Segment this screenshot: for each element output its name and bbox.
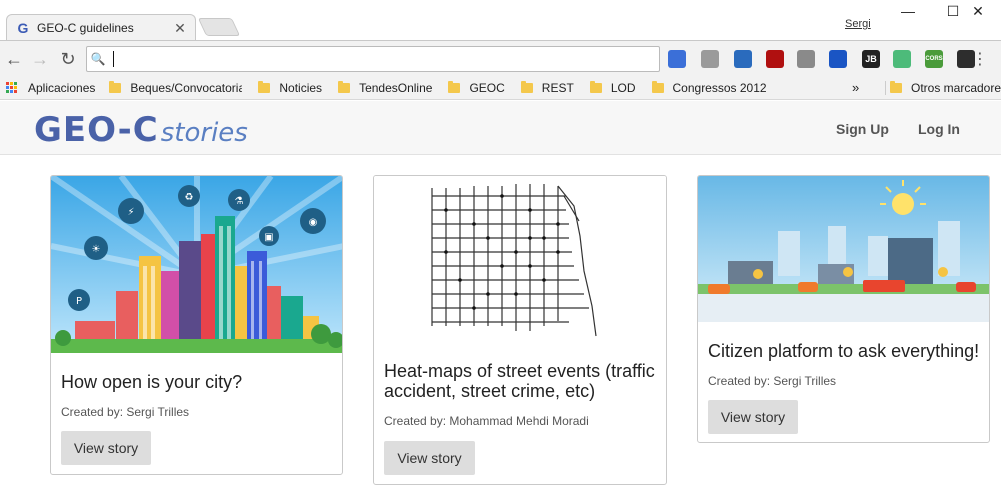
minimize-icon[interactable]: — [885,0,931,22]
bookmark-label: Beques/Convocatoria [130,80,243,95]
story-title[interactable]: How open is your city? [61,372,242,392]
bookmark-folder[interactable]: Congressos 2012 [651,80,767,95]
bookmark-folder[interactable]: Beques/Convocatoria [109,80,243,95]
browser-toolbar: ← → ↻ 🔍 JB CORS ⋮ [0,40,1001,76]
geoc-favicon-icon: G [17,20,29,36]
svg-text:◉: ◉ [309,217,318,228]
bookmark-folder[interactable]: TendesOnline [338,80,433,95]
folder-icon [651,80,664,93]
story-card: Citizen platform to ask everything! Crea… [697,175,990,443]
story-author: Created by: Mohammad Mehdi Moradi [384,414,589,428]
folder-icon [109,80,122,93]
extension-cube-icon[interactable] [701,50,719,68]
folder-icon [520,80,533,93]
trello-icon[interactable] [734,50,752,68]
svg-text:☀: ☀ [92,244,101,255]
address-input[interactable] [114,51,659,67]
view-story-button[interactable]: View story [384,441,475,475]
folder-icon [589,80,602,93]
browser-tab[interactable]: G GEO-C guidelines ✕ [6,14,196,41]
svg-text:P: P [76,296,82,307]
bookmark-label: GEOC [469,80,505,95]
drop-icon[interactable] [829,50,847,68]
bookmark-folder[interactable]: LOD [589,80,636,95]
street-map-image [374,176,666,346]
view-story-button[interactable]: View story [708,400,798,434]
logo-sub-text: stories [160,118,248,148]
back-icon[interactable]: ← [2,47,26,71]
tab-title: GEO-C guidelines [37,21,134,35]
bookmark-label: Otros marcadores [911,80,1001,95]
profile-name[interactable]: Sergi [845,18,871,30]
svg-text:⚡: ⚡ [127,207,134,218]
bookmark-label: Congressos 2012 [672,80,767,95]
signup-link[interactable]: Sign Up [836,121,889,137]
story-author: Created by: Sergi Trilles [61,405,190,419]
target-icon[interactable] [893,50,911,68]
bookmarks-overflow-button[interactable]: » [852,80,859,95]
svg-text:⚗: ⚗ [235,196,244,207]
bookmarks-bar: Aplicaciones Beques/Convocatoria Noticie… [0,76,1001,100]
bookmark-folder[interactable]: Noticies [258,80,323,95]
jb-icon[interactable]: JB [862,50,880,68]
citizen-city-image [698,176,989,322]
bookmark-label: LOD [610,80,636,95]
folder-icon [338,80,351,93]
login-link[interactable]: Log In [918,121,960,137]
reload-icon[interactable]: ↻ [56,47,80,71]
cors-icon[interactable]: CORS [925,50,943,68]
story-card: Heat-maps of street events (traffic acci… [373,175,667,485]
folder-icon [258,80,271,93]
address-bar[interactable]: 🔍 [86,46,660,72]
extension-cap-icon[interactable] [668,50,686,68]
bookmark-label: REST [541,80,574,95]
forward-icon[interactable]: → [28,47,52,71]
apps-icon [6,81,18,94]
new-tab-button[interactable] [197,18,241,36]
bookmark-label: Noticies [279,80,323,95]
search-icon: 🔍 [90,52,106,66]
bookmark-other[interactable]: Otros marcadores [885,80,1001,95]
site-logo[interactable]: GEO-C stories [34,113,248,148]
bookmark-folder[interactable]: REST [520,80,574,95]
camera-icon[interactable] [797,50,815,68]
bookmark-apps[interactable]: Aplicaciones [0,81,95,95]
story-author: Created by: Sergi Trilles [708,374,837,388]
city-illustration-image: ⚡ ♻ ⚗ ☀ ▣ ◉ P [51,176,342,353]
title-bar: G GEO-C guidelines ✕ Sergi — ☐ ✕ [0,0,1001,41]
story-title[interactable]: Citizen platform to ask everything! [708,341,979,361]
window-close-icon[interactable]: ✕ [955,0,1001,22]
svg-text:▣: ▣ [264,232,273,243]
view-story-button[interactable]: View story [61,431,151,465]
svg-text:♻: ♻ [185,192,194,203]
bookmark-label: TendesOnline [359,80,433,95]
folder-icon [448,80,461,93]
bookmark-label: Aplicaciones [28,80,96,95]
menu-icon[interactable]: ⋮ [968,47,992,71]
tab-close-icon[interactable]: ✕ [173,20,187,37]
bookmark-folder[interactable]: GEOC [448,80,505,95]
folder-icon [890,80,902,93]
pdf-icon[interactable] [766,50,784,68]
logo-main-text: GEO-C [34,110,159,150]
story-title[interactable]: Heat-maps of street events (traffic acci… [384,361,664,401]
story-card: ⚡ ♻ ⚗ ☀ ▣ ◉ P How open is your city? Cre… [50,175,343,475]
site-header: GEO-C stories Sign Up Log In [0,101,1001,155]
